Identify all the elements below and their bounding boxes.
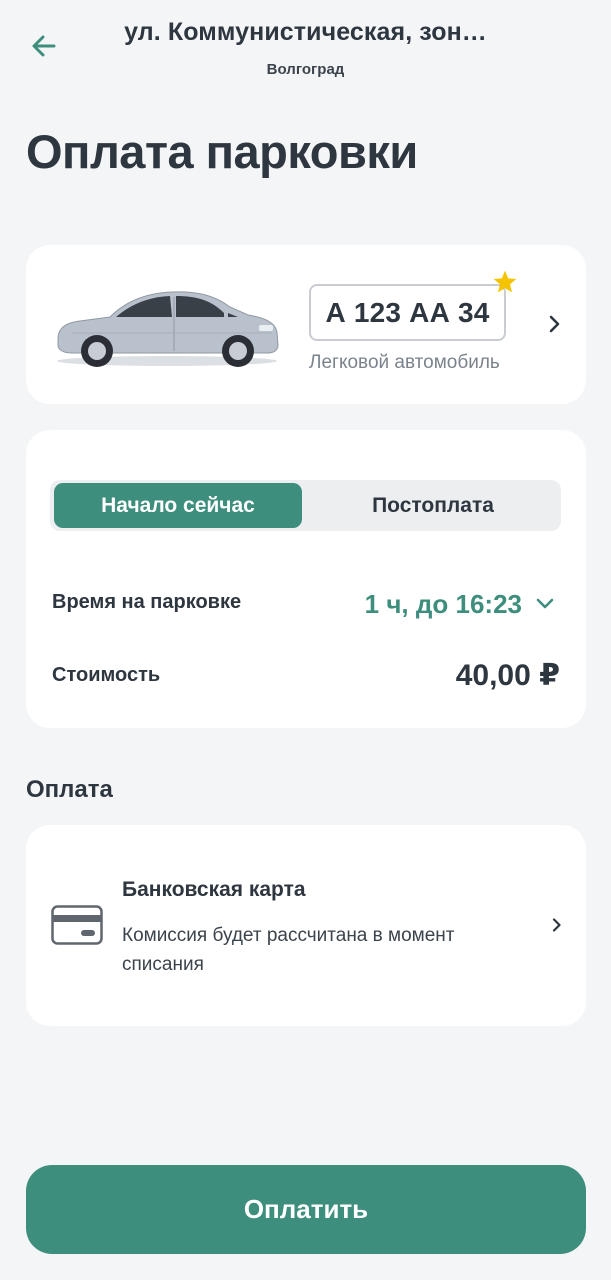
car-image xyxy=(57,291,279,367)
page-title: Оплата парковки xyxy=(26,125,418,178)
vehicle-card[interactable]: А 123 АА 34 Легковой автомобиль xyxy=(26,245,586,404)
star-icon[interactable] xyxy=(492,269,518,295)
tab-start-now[interactable]: Начало сейчас xyxy=(54,483,302,528)
city-subtitle: Волгоград xyxy=(266,61,345,78)
payment-section-title: Оплата xyxy=(26,776,113,803)
parking-time-dropdown[interactable]: 1 ч, до 16:23 xyxy=(365,588,554,620)
payment-method-card[interactable]: Банковская карта Комиссия будет рассчита… xyxy=(26,825,586,1026)
arrow-left-icon xyxy=(32,35,56,57)
payment-mode-toggle: Начало сейчас Постоплата xyxy=(50,480,561,531)
parking-details-card: Начало сейчас Постоплата Время на парков… xyxy=(26,430,586,728)
vehicle-type-label: Легковой автомобиль xyxy=(309,352,500,373)
chevron-right-icon xyxy=(552,918,561,932)
parking-time-value: 1 ч, до 16:23 xyxy=(364,588,522,619)
cost-label: Стоимость xyxy=(52,664,161,686)
payment-method-title: Банковская карта xyxy=(122,878,306,901)
parking-time-label: Время на парковке xyxy=(52,591,242,613)
top-bar: ул. Коммунистическая, зон… Волгоград xyxy=(0,0,611,90)
chevron-down-icon xyxy=(536,598,554,609)
pay-button[interactable]: Оплатить xyxy=(26,1165,586,1254)
chevron-right-icon xyxy=(549,315,560,333)
cost-value: 40,00 ₽ xyxy=(455,659,560,692)
payment-method-description: Комиссия будет рассчитана в момент списа… xyxy=(122,925,455,975)
credit-card-icon xyxy=(51,905,103,945)
zone-title: ул. Коммунистическая, зон… xyxy=(124,18,487,46)
license-plate: А 123 АА 34 xyxy=(309,284,506,341)
tab-postpay[interactable]: Постоплата xyxy=(309,483,557,528)
